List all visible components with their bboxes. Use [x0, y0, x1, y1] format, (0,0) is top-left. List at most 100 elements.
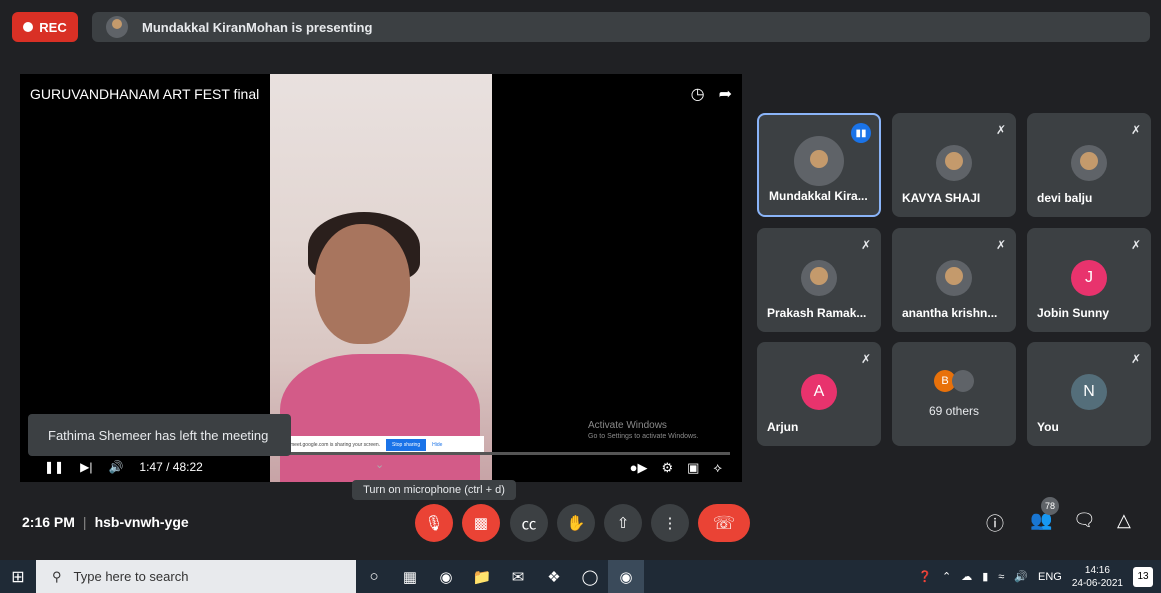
- info-icon[interactable]: ⓘ: [986, 510, 1004, 536]
- avatar: N: [1071, 373, 1107, 410]
- mic-off-icon: ✗: [1130, 123, 1141, 137]
- captions-button[interactable]: ㏄: [510, 504, 548, 542]
- captions-icon: ㏄: [521, 515, 537, 533]
- exit-fullscreen-icon[interactable]: ⟡: [713, 460, 722, 476]
- stop-sharing-button[interactable]: Stop sharing: [386, 439, 427, 451]
- play-pause-icon[interactable]: ❚❚: [44, 460, 64, 474]
- windows-start-icon[interactable]: ⊞: [0, 560, 36, 593]
- volume-icon[interactable]: 🔊: [1014, 570, 1028, 583]
- chrome-icon[interactable]: ◉: [608, 560, 644, 593]
- autoplay-toggle-icon[interactable]: ●▶: [630, 460, 648, 476]
- mic-off-icon: ✗: [995, 238, 1006, 252]
- notifications-icon[interactable]: 13: [1133, 566, 1153, 587]
- file-explorer-icon[interactable]: 📁: [464, 560, 500, 593]
- microphone-toggle-button[interactable]: 🎙: [415, 504, 453, 542]
- watermark-title: Activate Windows: [588, 420, 667, 431]
- settings-gear-icon[interactable]: ⚙: [661, 460, 673, 476]
- avatar: J: [1071, 259, 1107, 296]
- self-tile[interactable]: ✗ N You: [1027, 342, 1151, 446]
- search-icon: ⚲: [52, 568, 62, 584]
- present-screen-icon: ⇧: [616, 515, 630, 532]
- mic-off-icon: ✗: [1130, 238, 1141, 252]
- others-count-label: 69 others: [928, 404, 980, 418]
- edge-icon[interactable]: ◉: [428, 560, 464, 593]
- recording-label: REC: [39, 19, 67, 35]
- presented-video-frame: meet.google.com is sharing your screen. …: [270, 74, 492, 482]
- participant-tile[interactable]: ▮▮ Mundakkal Kira...: [757, 113, 881, 217]
- participant-tile[interactable]: ✗ devi balju: [1027, 113, 1151, 217]
- avatar: [936, 144, 972, 181]
- participant-name: Mundakkal Kira...: [769, 189, 868, 203]
- hang-up-icon: ☏: [712, 512, 736, 533]
- clock-icon[interactable]: ◷: [691, 84, 705, 104]
- participant-tile[interactable]: ✗ Prakash Ramak...: [757, 228, 881, 332]
- system-tray: ❓ ⌃ ☁ ▮ ≈ 🔊 ENG 14:16 24-06-2021 13: [918, 560, 1161, 593]
- meeting-separator: |: [82, 514, 87, 530]
- record-dot-icon: [23, 22, 34, 32]
- chevron-down-icon[interactable]: ⌄: [375, 458, 384, 471]
- avatar: [936, 259, 972, 296]
- toast-text: Fathima Shemeer has left the meeting: [48, 427, 269, 443]
- participant-name: devi balju: [1037, 191, 1093, 205]
- taskbar-search[interactable]: ⚲ Type here to search: [36, 560, 356, 593]
- participant-tile[interactable]: ✗ KAVYA SHAJI: [892, 113, 1016, 217]
- cloud-icon[interactable]: ☁: [961, 570, 972, 583]
- cast-icon[interactable]: ▣: [687, 460, 699, 476]
- camera-toggle-button[interactable]: ▩: [462, 504, 500, 542]
- more-options-button[interactable]: ⋮: [651, 504, 689, 542]
- cortana-icon[interactable]: ○: [356, 560, 392, 593]
- avatar: [1071, 144, 1107, 181]
- task-view-icon[interactable]: ▦: [392, 560, 428, 593]
- battery-icon[interactable]: ▮: [982, 570, 988, 583]
- app-icon[interactable]: ◯: [572, 560, 608, 593]
- participant-tile[interactable]: ✗ J Jobin Sunny: [1027, 228, 1151, 332]
- meeting-info: 2:16 PM | hsb-vnwh-yge: [22, 514, 189, 530]
- others-tile[interactable]: B 69 others: [892, 342, 1016, 446]
- participant-name: anantha krishn...: [902, 306, 998, 320]
- video-controls-right: ●▶ ⚙ ▣ ⟡: [630, 460, 722, 476]
- left-meeting-toast: Fathima Shemeer has left the meeting: [28, 414, 291, 456]
- more-vert-icon: ⋮: [662, 515, 678, 532]
- participant-tile[interactable]: ✗ A Arjun: [757, 342, 881, 446]
- participant-tile[interactable]: ✗ anantha krishn...: [892, 228, 1016, 332]
- avatar: [794, 136, 844, 186]
- video-top-icons: ◷ ➦: [691, 84, 732, 104]
- help-icon[interactable]: ❓: [918, 570, 932, 583]
- meeting-code: hsb-vnwh-yge: [94, 514, 189, 530]
- activities-icon[interactable]: △: [1117, 510, 1131, 531]
- hand-icon: ✋: [566, 515, 586, 532]
- dropbox-icon[interactable]: ❖: [536, 560, 572, 593]
- search-placeholder: Type here to search: [73, 569, 189, 584]
- next-icon[interactable]: ▶|: [80, 460, 92, 474]
- taskbar-clock[interactable]: 14:16 24-06-2021: [1072, 564, 1123, 590]
- hide-button[interactable]: Hide: [432, 442, 442, 448]
- language-indicator[interactable]: ENG: [1038, 571, 1062, 583]
- raise-hand-button[interactable]: ✋: [557, 504, 595, 542]
- activate-windows-watermark: Activate Windows Go to Settings to activ…: [588, 420, 699, 440]
- participant-name: You: [1037, 420, 1059, 434]
- video-controls-left: ❚❚ ▶| 🔊 1:47 / 48:22: [44, 460, 203, 474]
- clock-time: 14:16: [1084, 564, 1110, 576]
- share-arrow-icon[interactable]: ➦: [719, 84, 732, 104]
- chat-icon[interactable]: 🗨: [1073, 510, 1096, 531]
- share-notice-text: meet.google.com is sharing your screen.: [290, 442, 381, 448]
- wifi-icon[interactable]: ≈: [998, 571, 1004, 583]
- participant-name: KAVYA SHAJI: [902, 191, 981, 205]
- mic-off-icon: ✗: [995, 123, 1006, 137]
- presenting-text: Mundakkal KiranMohan is presenting: [142, 19, 373, 35]
- mic-off-icon: ✗: [860, 238, 871, 252]
- video-title: GURUVANDHANAM ART FEST final: [30, 86, 260, 102]
- chevron-up-icon[interactable]: ⌃: [942, 570, 951, 583]
- watermark-sub: Go to Settings to activate Windows.: [588, 433, 699, 440]
- mic-tooltip: Turn on microphone (ctrl + d): [352, 480, 516, 500]
- participant-name: Prakash Ramak...: [767, 306, 867, 320]
- video-time: 1:47 / 48:22: [139, 460, 203, 474]
- recording-indicator[interactable]: REC: [12, 12, 78, 42]
- avatar: [801, 259, 837, 296]
- mic-off-icon: 🎙: [424, 515, 444, 532]
- mail-icon[interactable]: ✉: [500, 560, 536, 593]
- present-button[interactable]: ⇧: [604, 504, 642, 542]
- leave-call-button[interactable]: ☏: [698, 504, 750, 542]
- clock-date: 24-06-2021: [1071, 577, 1123, 589]
- volume-icon[interactable]: 🔊: [108, 460, 123, 474]
